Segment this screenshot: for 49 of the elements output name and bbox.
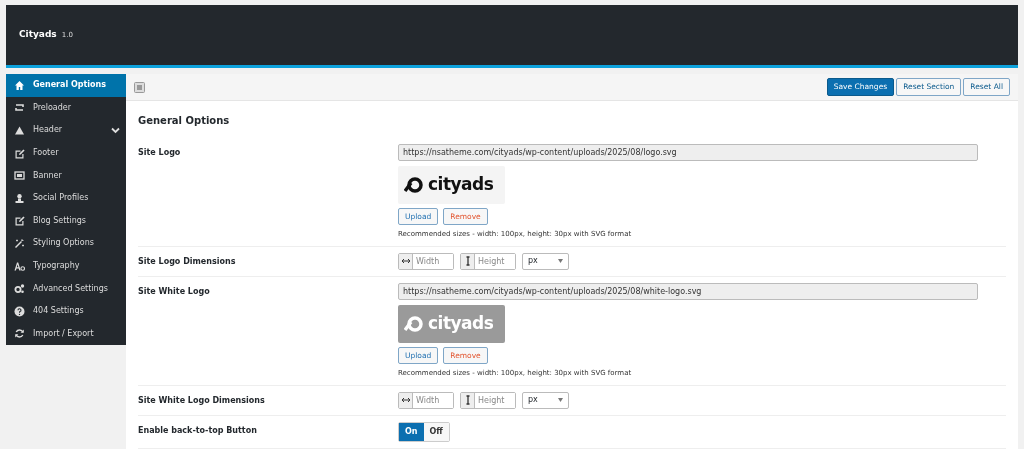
option-label: Site Logo xyxy=(138,147,182,159)
url-field[interactable]: https://nsatheme.com/cityads/wp-content/uploads/2025/08/white-logo.svg xyxy=(398,282,978,300)
edit-icon xyxy=(14,215,25,227)
sidebar-item[interactable]: Advanced Settings xyxy=(6,277,126,300)
toggle-option[interactable]: On xyxy=(399,422,424,441)
person-icon xyxy=(14,192,25,204)
sidebar-item[interactable]: Blog Settings xyxy=(6,209,126,233)
horizontal-arrows-icon xyxy=(400,257,411,266)
dropdown-caret-icon xyxy=(558,398,563,402)
sidebar-item[interactable]: Banner xyxy=(6,164,126,187)
sidebar-item[interactable]: 404 Settings xyxy=(6,299,126,323)
logo-text: cityads xyxy=(428,173,494,197)
sidebar-item[interactable]: Header xyxy=(6,119,126,142)
sidebar-item[interactable]: Typography xyxy=(6,254,126,278)
option-label: Enable back-to-top Button xyxy=(138,424,258,437)
sidebar-item[interactable]: Preloader xyxy=(6,96,126,120)
refresh-icon xyxy=(14,328,25,340)
triangle-icon xyxy=(14,125,25,136)
sidebar-item[interactable]: Styling Options xyxy=(6,232,126,255)
toggle-option[interactable]: Off xyxy=(423,422,449,441)
width-field[interactable]: Width xyxy=(398,252,454,270)
edit-icon xyxy=(14,147,25,159)
home-icon xyxy=(14,79,25,91)
screen-icon xyxy=(14,170,25,182)
sidebar-item[interactable]: Footer xyxy=(6,141,126,165)
unit-select[interactable]: px xyxy=(522,391,569,409)
font-icon xyxy=(14,260,25,272)
horizontal-arrows-icon xyxy=(400,396,411,404)
url-field[interactable]: https://nsatheme.com/cityads/wp-content/uploads/2025/08/logo.svg xyxy=(398,144,978,161)
section-title: General Options xyxy=(138,114,231,128)
logo-text: cityads xyxy=(428,312,494,335)
gears-icon xyxy=(14,283,25,295)
height-field[interactable]: Height xyxy=(460,391,516,409)
unit-select[interactable]: px xyxy=(522,252,569,270)
width-field[interactable]: Width xyxy=(398,391,454,409)
panel-toggle-icon[interactable] xyxy=(134,81,145,93)
option-label: Site White Logo xyxy=(138,285,211,298)
option-label: Site Logo Dimensions xyxy=(138,255,237,268)
dropdown-caret-icon xyxy=(558,259,563,264)
wand-icon xyxy=(14,237,25,249)
app-title: Cityads xyxy=(19,28,57,42)
sidebar-item[interactable]: Import / Export xyxy=(6,322,126,346)
option-label: Site White Logo Dimensions xyxy=(138,394,266,407)
help-icon xyxy=(14,305,25,317)
sidebar-item[interactable]: General Options xyxy=(6,74,126,97)
loop-icon xyxy=(14,102,25,114)
sidebar-item[interactable]: Social Profiles xyxy=(6,186,126,210)
chevron-down-icon[interactable] xyxy=(111,126,120,135)
height-field[interactable]: Height xyxy=(460,252,516,270)
